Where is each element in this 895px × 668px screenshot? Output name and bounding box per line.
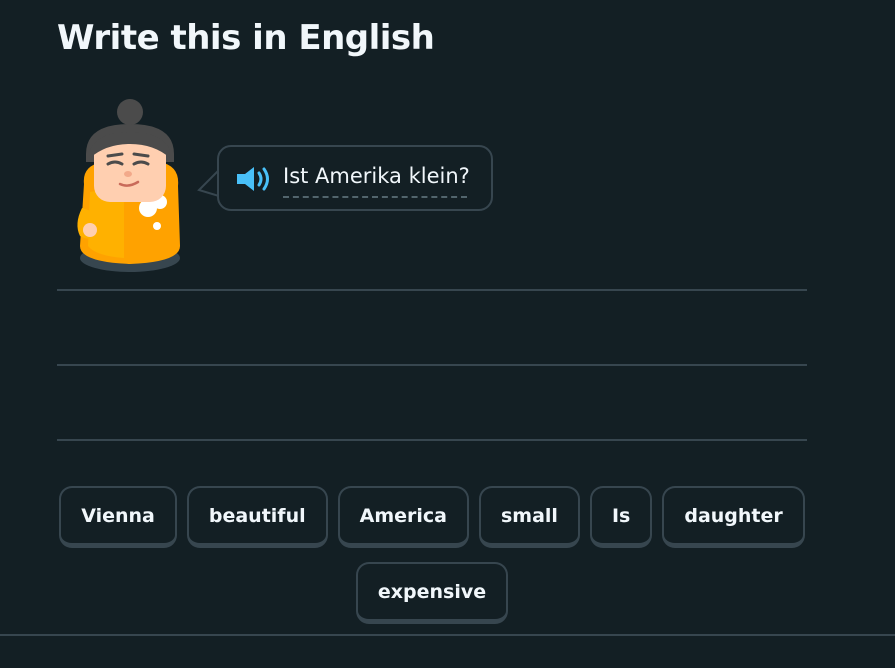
page-title: Write this in English xyxy=(57,18,435,58)
word-bank: Vienna beautiful America small Is daught… xyxy=(57,486,807,624)
prompt-sentence[interactable]: Ist Amerika klein? xyxy=(283,164,470,188)
footer-divider xyxy=(0,634,895,636)
lesson-screen: Write this in English Ist Amerika klein?… xyxy=(0,0,895,668)
answer-line xyxy=(57,439,807,441)
hint-underline xyxy=(283,196,467,198)
word-chip-is[interactable]: Is xyxy=(589,486,653,548)
answer-line xyxy=(57,364,807,366)
word-chip-vienna[interactable]: Vienna xyxy=(59,486,177,548)
word-chip-daughter[interactable]: daughter xyxy=(662,486,805,548)
character-illustration xyxy=(77,99,180,272)
speech-bubble: Ist Amerika klein? xyxy=(217,145,493,211)
word-chip-america[interactable]: America xyxy=(337,486,469,548)
word-chip-beautiful[interactable]: beautiful xyxy=(186,486,328,548)
word-chip-expensive[interactable]: expensive xyxy=(355,562,509,624)
word-chip-small[interactable]: small xyxy=(478,486,580,548)
answer-line xyxy=(57,289,807,291)
speaker-icon[interactable] xyxy=(235,165,273,193)
bubble-tail xyxy=(197,169,219,197)
